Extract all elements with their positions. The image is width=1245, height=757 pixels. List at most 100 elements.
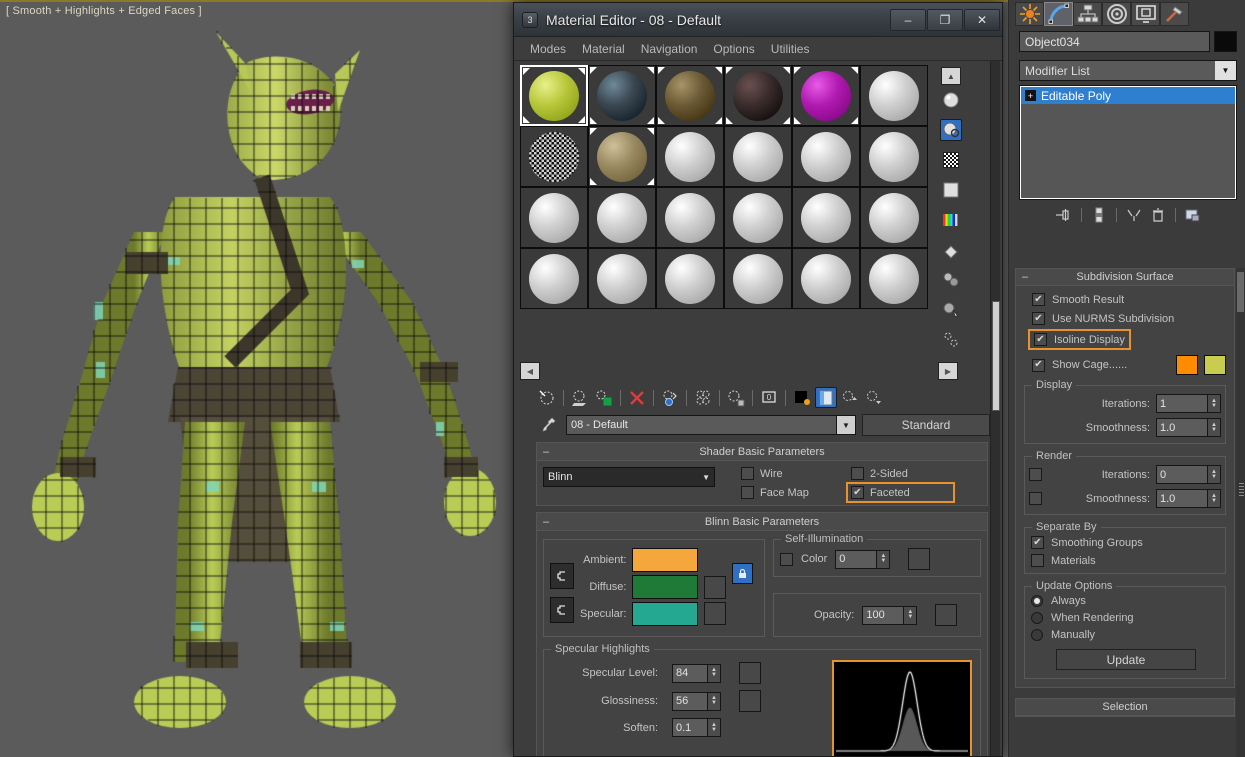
checkbox-show-cage[interactable]: Show Cage...... (1032, 358, 1127, 372)
command-panel-scrollbar[interactable] (1236, 268, 1245, 757)
material-name-field[interactable]: 08 - Default (566, 415, 837, 435)
checkbox-use-nurms[interactable]: Use NURMS Subdivision (1032, 312, 1226, 325)
shader-type-combo[interactable]: Blinn ▼ (543, 467, 715, 487)
get-material-icon[interactable] (536, 387, 558, 408)
collapse-icon[interactable]: – (1022, 271, 1028, 283)
modifier-stack-item-editable-poly[interactable]: + Editable Poly (1021, 87, 1235, 104)
material-effects-id-icon[interactable]: 0 (758, 387, 780, 408)
always-radio[interactable] (1031, 595, 1043, 607)
material-slot-20[interactable] (588, 248, 656, 309)
selection-rollout[interactable]: Selection (1015, 698, 1235, 717)
diffuse-color-swatch[interactable] (632, 575, 699, 599)
soften-input[interactable] (672, 718, 708, 737)
ambient-diffuse-lock-icon[interactable] (550, 563, 574, 589)
checkbox-smooth-result[interactable]: Smooth Result (1032, 293, 1226, 306)
remove-modifier-icon[interactable] (1148, 206, 1168, 224)
show-map-in-viewport-icon[interactable] (791, 387, 813, 408)
shader-rollout-header[interactable]: – Shader Basic Parameters (537, 443, 987, 461)
show-end-result-icon[interactable] (815, 387, 837, 408)
material-editor-titlebar[interactable]: 3 Material Editor - 08 - Default – ❐ ✕ (514, 3, 1002, 37)
material-slot-10[interactable] (724, 126, 792, 187)
smoothing-groups-checkbox[interactable] (1031, 536, 1044, 549)
material-slot-18[interactable] (860, 187, 928, 248)
material-sample-slot-grid[interactable] (520, 65, 928, 359)
render-iterations-input[interactable] (1156, 465, 1208, 484)
material-editor-menubar[interactable]: Modes Material Navigation Options Utilit… (514, 37, 1002, 61)
scrollbar-thumb[interactable] (1237, 272, 1244, 312)
lock-icon[interactable] (732, 562, 754, 584)
modify-tab[interactable] (1044, 2, 1073, 26)
collapse-icon[interactable]: – (543, 446, 549, 458)
command-panel[interactable]: Object034 Modifier List ▼ + Editable Pol… (1008, 0, 1245, 757)
video-color-check-icon[interactable] (940, 209, 962, 231)
maximize-button[interactable]: ❐ (927, 8, 963, 31)
minimize-button[interactable]: – (890, 8, 926, 31)
display-tab[interactable] (1131, 2, 1160, 26)
object-name-row[interactable]: Object034 (1009, 27, 1245, 54)
cage-color-swatch-2[interactable] (1204, 355, 1226, 375)
utilities-tab[interactable] (1160, 2, 1189, 26)
reset-map-icon[interactable] (626, 387, 648, 408)
material-slot-19[interactable] (520, 248, 588, 309)
display-smoothness-spinner[interactable]: ▲ ▼ (1208, 418, 1221, 437)
configure-modifier-sets-icon[interactable] (1183, 206, 1203, 224)
modifier-stack[interactable]: + Editable Poly (1019, 85, 1237, 200)
backlight-icon[interactable] (940, 119, 962, 141)
material-slot-17[interactable] (792, 187, 860, 248)
render-iterations-spinner[interactable]: ▲ ▼ (1208, 465, 1221, 484)
specular-level-spinner[interactable]: ▲ ▼ (708, 663, 721, 683)
checkbox-face-map[interactable]: Face Map (741, 486, 837, 499)
self-illum-map-button[interactable] (908, 548, 931, 570)
specular-level-input[interactable] (672, 663, 708, 683)
face-map-checkbox[interactable] (741, 486, 754, 499)
scrollbar-thumb[interactable] (992, 301, 1000, 411)
subdivision-surface-rollout[interactable]: – Subdivision Surface Smooth Result Use … (1015, 268, 1235, 688)
render-iterations-checkbox[interactable] (1029, 468, 1042, 481)
go-to-parent-icon[interactable] (839, 387, 861, 408)
display-iterations-input[interactable] (1156, 394, 1208, 413)
make-unique-icon[interactable] (1124, 206, 1144, 224)
diffuse-specular-lock-icon[interactable] (550, 597, 574, 623)
assign-material-to-selection-icon[interactable] (593, 387, 615, 408)
collapse-icon[interactable]: – (543, 516, 549, 528)
material-slot-21[interactable] (656, 248, 724, 309)
menu-navigation[interactable]: Navigation (633, 40, 706, 58)
material-slot-7[interactable] (520, 126, 588, 187)
material-slot-11[interactable] (792, 126, 860, 187)
selection-rollout-header[interactable]: Selection (1016, 699, 1234, 716)
specular-level-map-button[interactable] (739, 662, 761, 684)
checkbox-materials[interactable]: Materials (1031, 554, 1221, 567)
ambient-color-swatch[interactable] (632, 548, 699, 572)
material-slot-15[interactable] (656, 187, 724, 248)
material-slot-4[interactable] (724, 65, 792, 126)
eyedropper-icon[interactable] (536, 415, 560, 435)
checkbox-2-sided[interactable]: 2-Sided (851, 467, 947, 480)
pin-stack-icon[interactable] (1054, 206, 1074, 224)
expand-icon[interactable]: + (1025, 90, 1036, 101)
modifier-stack-toolbar[interactable] (1019, 200, 1237, 230)
show-end-result-icon[interactable] (1089, 206, 1109, 224)
specular-map-button[interactable] (704, 602, 727, 625)
soften-spinner[interactable]: ▲ ▼ (708, 718, 721, 737)
self-illum-color-checkbox[interactable] (780, 552, 793, 566)
checkbox-isoline-display[interactable]: Isoline Display (1028, 329, 1131, 350)
smooth-result-checkbox[interactable] (1032, 293, 1045, 306)
material-slot-1[interactable] (520, 65, 588, 126)
when-rendering-radio[interactable] (1031, 612, 1043, 624)
cage-color-swatch-1[interactable] (1176, 355, 1198, 375)
display-smoothness-input[interactable] (1156, 418, 1208, 437)
select-by-material-icon[interactable] (940, 299, 962, 321)
command-panel-rollouts[interactable]: – Subdivision Surface Smooth Result Use … (1015, 268, 1235, 757)
render-smoothness-checkbox[interactable] (1029, 492, 1042, 505)
material-name-row[interactable]: 08 - Default ▼ Standard (514, 412, 1002, 442)
render-smoothness-spinner[interactable]: ▲ ▼ (1208, 489, 1221, 508)
display-iterations-spinner[interactable]: ▲ ▼ (1208, 394, 1221, 413)
glossiness-spinner[interactable]: ▲ ▼ (708, 691, 721, 711)
opacity-input[interactable] (862, 605, 905, 625)
command-panel-tabs[interactable] (1009, 0, 1245, 27)
go-forward-to-sibling-icon[interactable] (863, 387, 885, 408)
subdivision-surface-header[interactable]: – Subdivision Surface (1016, 269, 1234, 286)
use-nurms-checkbox[interactable] (1032, 312, 1045, 325)
menu-utilities[interactable]: Utilities (763, 40, 818, 58)
hierarchy-tab[interactable] (1073, 2, 1102, 26)
